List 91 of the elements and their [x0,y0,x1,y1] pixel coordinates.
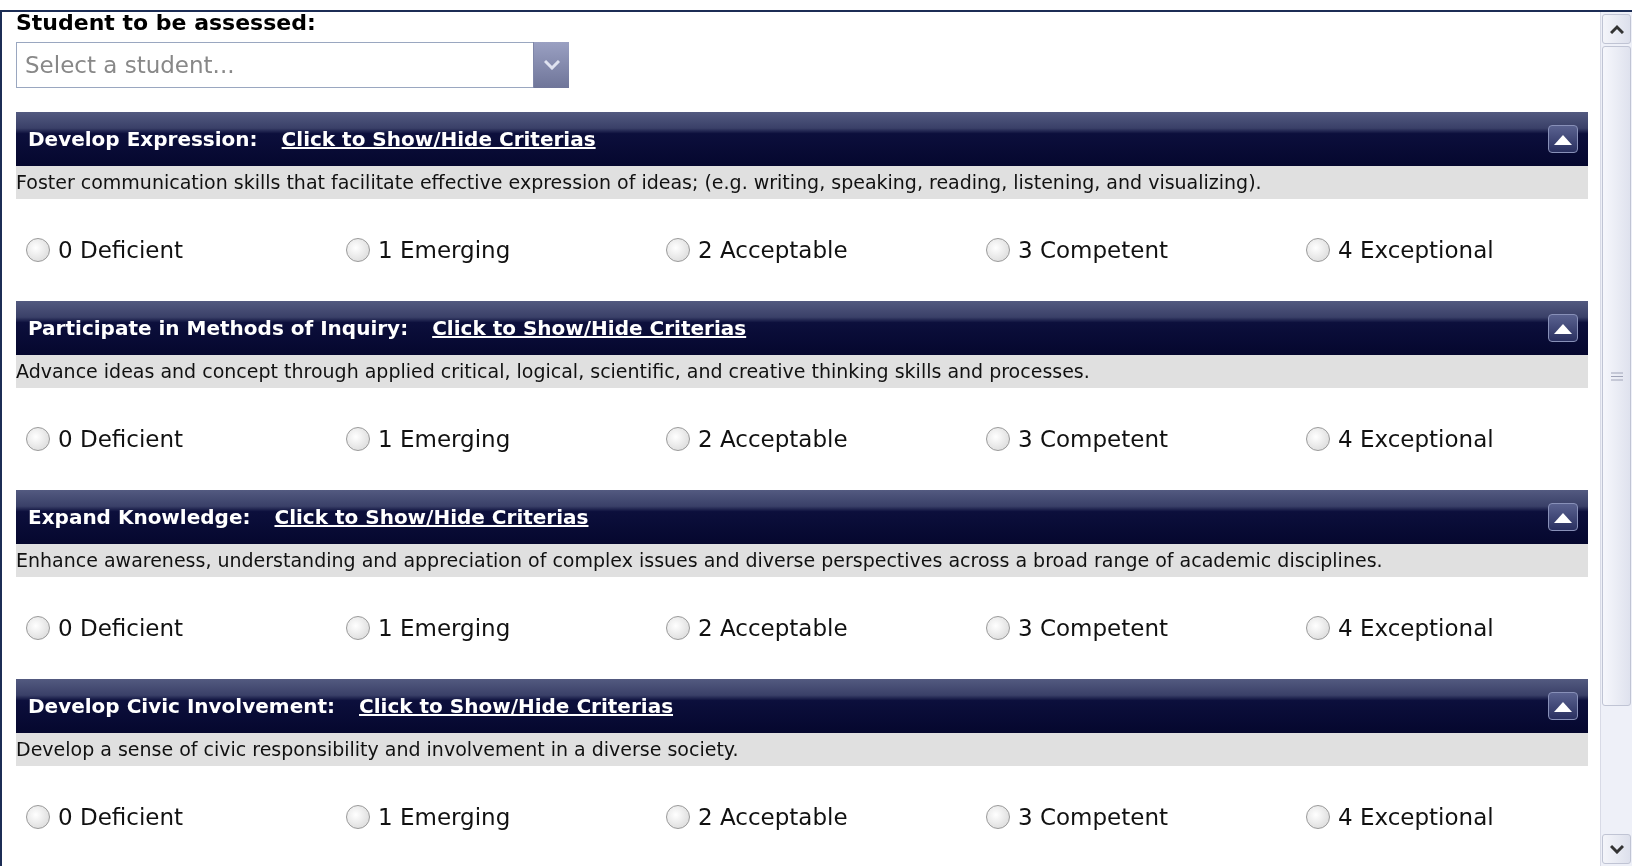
radio-option[interactable]: 3 Competent [986,232,1306,268]
radio-button[interactable] [986,427,1010,451]
radio-button[interactable] [346,427,370,451]
radio-option[interactable]: 2 Acceptable [666,421,986,457]
radio-button[interactable] [666,238,690,262]
scroll-up-button[interactable] [1602,14,1631,44]
radio-button[interactable] [666,805,690,829]
radio-option[interactable]: 3 Competent [986,421,1306,457]
radio-label: 3 Competent [1018,424,1168,454]
radio-label: 1 Emerging [378,613,511,643]
radio-label: 4 Exceptional [1338,235,1494,265]
radio-option[interactable]: 2 Acceptable [666,610,986,646]
radio-button[interactable] [986,805,1010,829]
section-description: Foster communication skills that facilitate effective expression of ideas; (e.g. writing, speaking, reading, listening, and visualizing). [16,166,1588,199]
radio-button[interactable] [1306,427,1330,451]
radio-label: 4 Exceptional [1338,613,1494,643]
radio-label: 1 Emerging [378,235,511,265]
radio-label: 2 Acceptable [698,235,848,265]
section-title: Expand Knowledge: [28,504,251,531]
radio-button[interactable] [26,805,50,829]
section-title: Participate in Methods of Inquiry: [28,315,409,342]
section-title: Develop Expression: [28,126,258,153]
radio-option[interactable]: 1 Emerging [346,421,666,457]
section-description: Develop a sense of civic responsibility and involvement in a diverse society. [16,733,1588,766]
radio-option[interactable]: 2 Acceptable [666,799,986,835]
down-chevron-icon [543,60,560,70]
radio-label: 0 Deficient [58,424,184,454]
radio-button[interactable] [346,616,370,640]
radio-label: 0 Deficient [58,802,184,832]
radio-option[interactable]: 0 Deficient [26,610,346,646]
radio-option[interactable]: 0 Deficient [26,421,346,457]
radio-button[interactable] [986,616,1010,640]
radio-option[interactable]: 0 Deficient [26,799,346,835]
grip-icon [1610,371,1623,381]
radio-option[interactable]: 3 Competent [986,799,1306,835]
radio-label: 2 Acceptable [698,424,848,454]
radio-button[interactable] [666,427,690,451]
toggle-link[interactable]: Click to Show/Hide Criterias [281,124,596,154]
radio-option[interactable]: 3 Competent [986,610,1306,646]
collapse-button[interactable] [1548,503,1578,531]
up-triangle-icon [1554,511,1572,523]
radio-option[interactable]: 1 Emerging [346,610,666,646]
radio-option[interactable]: 4 Exceptional [1306,232,1600,268]
toggle-link[interactable]: Click to Show/Hide Criterias [359,691,674,721]
up-triangle-icon [1554,322,1572,334]
radio-label: 3 Competent [1018,235,1168,265]
radio-label: 1 Emerging [378,424,511,454]
radio-label: 2 Acceptable [698,613,848,643]
section-title: Develop Civic Involvement: [28,693,335,720]
toggle-link[interactable]: Click to Show/Hide Criterias [432,313,747,343]
radio-label: 1 Emerging [378,802,511,832]
section-description: Enhance awareness, understanding and appreciation of complex issues and diverse perspectives across a broad range of academic disciplines. [16,544,1588,577]
dropdown-button[interactable] [533,42,569,88]
up-triangle-icon [1554,700,1572,712]
radio-button[interactable] [986,238,1010,262]
radio-label: 0 Deficient [58,235,184,265]
radio-button[interactable] [346,238,370,262]
student-field[interactable]: Select a student... [16,42,533,88]
radio-button[interactable] [26,427,50,451]
radio-option[interactable]: 4 Exceptional [1306,610,1600,646]
scroll-down-button[interactable] [1602,834,1631,864]
radio-option[interactable]: 2 Acceptable [666,232,986,268]
radio-button[interactable] [26,616,50,640]
radio-option[interactable]: 4 Exceptional [1306,421,1600,457]
radio-option[interactable]: 1 Emerging [346,799,666,835]
radio-label: 4 Exceptional [1338,802,1494,832]
radio-button[interactable] [346,805,370,829]
down-chevron-icon [1609,844,1624,854]
radio-label: 3 Competent [1018,613,1168,643]
collapse-button[interactable] [1548,125,1578,153]
radio-option[interactable]: 0 Deficient [26,232,346,268]
toggle-link[interactable]: Click to Show/Hide Criterias [274,502,589,532]
field-label: Student to be assessed: [16,12,317,34]
section-description: Advance ideas and concept through applied critical, logical, scientific, and creative thinking skills and processes. [16,355,1588,388]
collapse-button[interactable] [1548,692,1578,720]
radio-button[interactable] [1306,616,1330,640]
radio-label: 2 Acceptable [698,802,848,832]
radio-option[interactable]: 1 Emerging [346,232,666,268]
radio-label: 4 Exceptional [1338,424,1494,454]
radio-label: 3 Competent [1018,802,1168,832]
up-chevron-icon [1609,24,1624,34]
radio-label: 0 Deficient [58,613,184,643]
collapse-button[interactable] [1548,314,1578,342]
radio-button[interactable] [666,616,690,640]
radio-button[interactable] [1306,805,1330,829]
radio-option[interactable]: 4 Exceptional [1306,799,1600,835]
up-triangle-icon [1554,133,1572,145]
radio-button[interactable] [1306,238,1330,262]
radio-button[interactable] [26,238,50,262]
scrollbar[interactable] [1600,12,1632,866]
scroll-thumb[interactable] [1602,46,1631,706]
